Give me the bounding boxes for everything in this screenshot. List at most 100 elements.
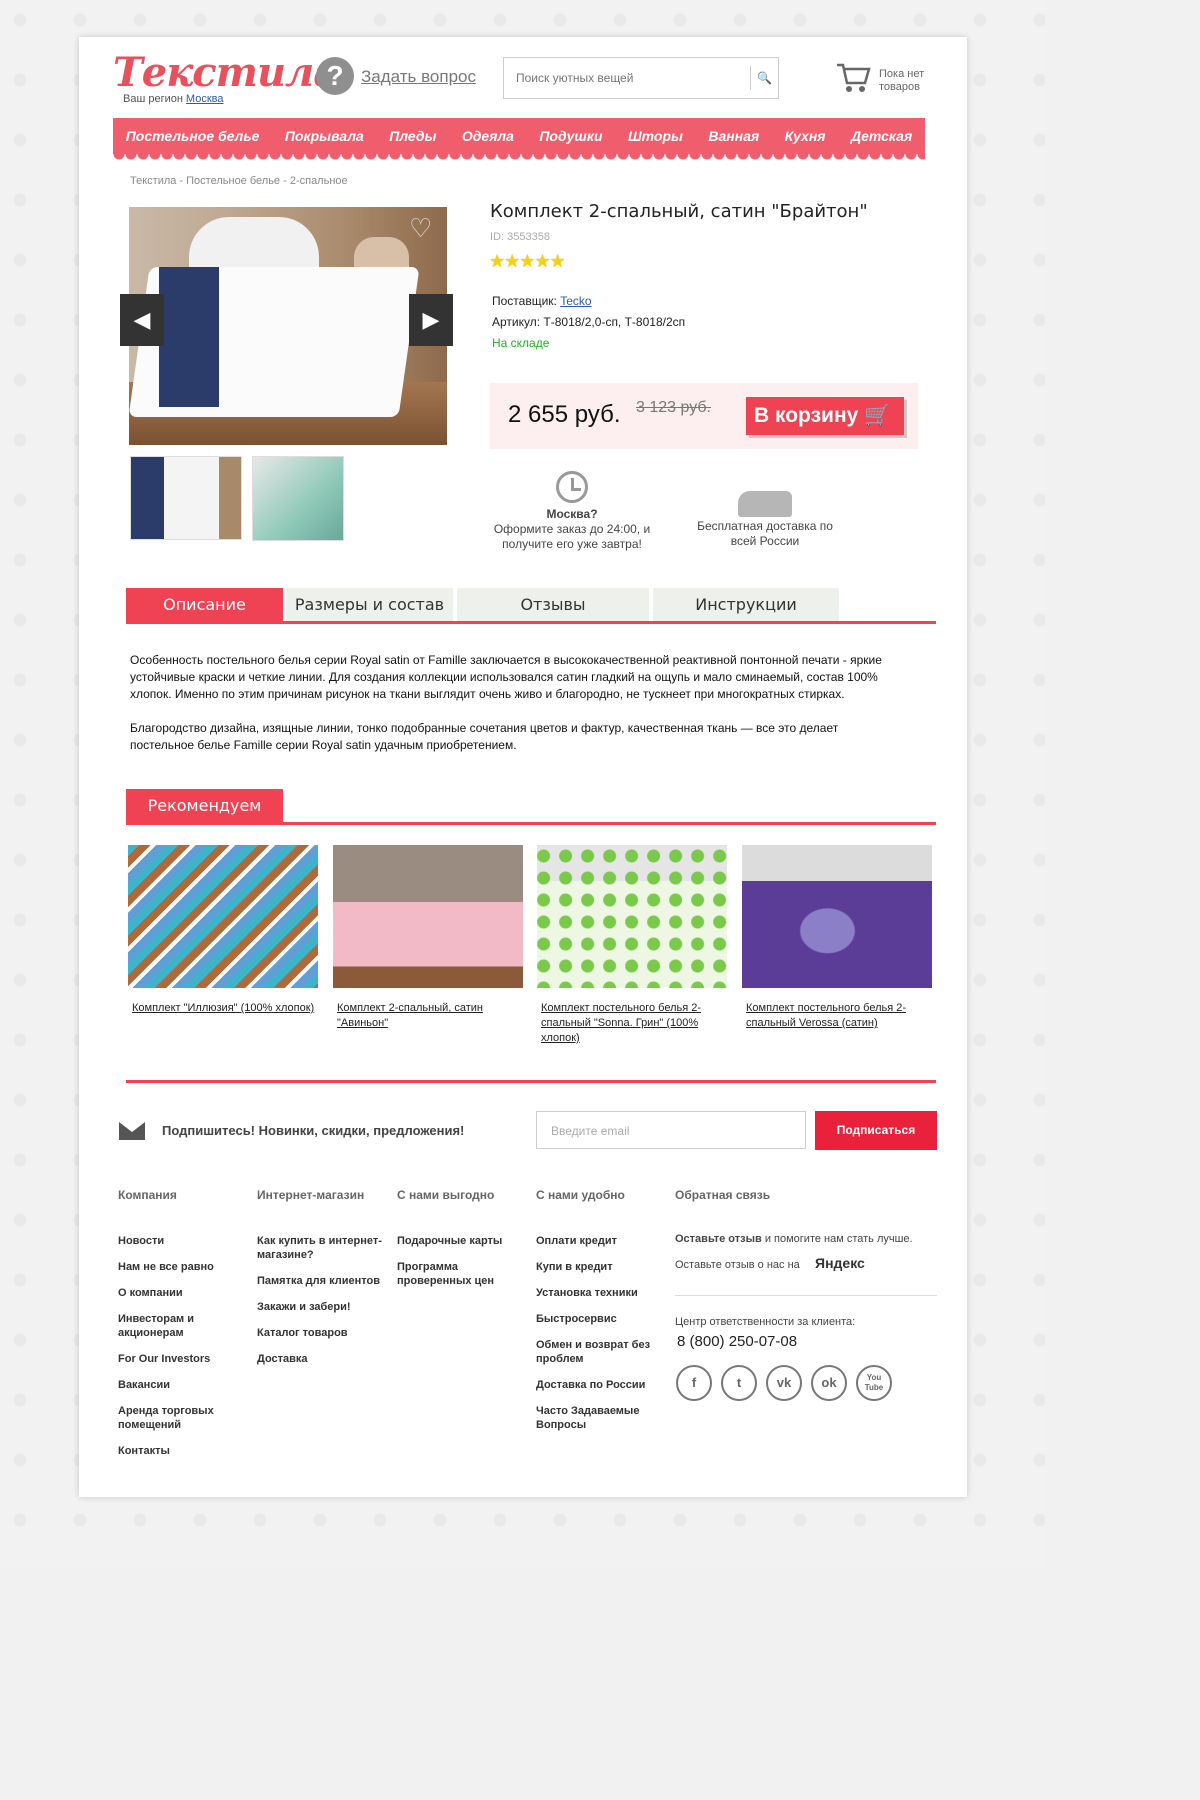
recommended-product-link[interactable]: Комплект 2-спальный, сатин "Авиньон"	[333, 1001, 523, 1031]
footer-link[interactable]: Контакты	[118, 1444, 238, 1458]
recommended-product[interactable]: Комплект постельного белья 2-спальный Ve…	[742, 845, 932, 1031]
tab-instructions[interactable]: Инструкции	[653, 588, 839, 621]
footer-link[interactable]: Аренда торговых помещений	[118, 1404, 238, 1432]
region-link[interactable]: Москва	[186, 93, 224, 105]
tab-sizes[interactable]: Размеры и состав	[286, 588, 453, 621]
recommended-product-image[interactable]	[128, 845, 318, 988]
footer-column-shop: Интернет-магазин Как купить в интернет-м…	[257, 1188, 385, 1378]
footer-link[interactable]: Быстросервис	[536, 1312, 654, 1326]
product-thumbnail[interactable]	[130, 456, 242, 540]
recommended-product-link[interactable]: Комплект постельного белья 2-спальный "S…	[537, 1001, 727, 1046]
ask-question-link[interactable]: Задать вопрос	[361, 67, 476, 87]
product-id: ID: 3553358	[490, 231, 550, 243]
search-input[interactable]	[504, 58, 774, 98]
footer-link[interactable]: Программа проверенных цен	[397, 1260, 507, 1288]
nav-scallop-edge	[113, 154, 925, 160]
add-to-cart-button[interactable]: В корзину 🛒	[746, 397, 904, 435]
footer-link[interactable]: Каталог товаров	[257, 1326, 385, 1340]
nav-item-plaids[interactable]: Пледы	[389, 128, 436, 144]
next-arrow-icon[interactable]: ▶	[409, 294, 453, 346]
footer-link[interactable]: О компании	[118, 1286, 238, 1300]
nav-item-kitchen[interactable]: Кухня	[785, 128, 826, 144]
main-navigation: Постельное белье Покрывала Пледы Одеяла …	[113, 118, 925, 154]
add-to-cart-label: В корзину	[754, 404, 859, 427]
footer-link[interactable]: Нам не все равно	[118, 1260, 238, 1274]
yandex-logo[interactable]: Яндекс	[815, 1255, 865, 1271]
footer-link[interactable]: Обмен и возврат без проблем	[536, 1338, 654, 1366]
footer-separator	[675, 1295, 937, 1296]
footer-link[interactable]: Доставка по России	[536, 1378, 654, 1392]
search-box: 🔍	[503, 57, 779, 99]
footer-heading: С нами выгодно	[397, 1188, 495, 1202]
product-thumbnail[interactable]	[252, 456, 344, 541]
footer-heading: С нами удобно	[536, 1188, 625, 1202]
footer-link[interactable]: For Our Investors	[118, 1352, 238, 1366]
footer-heading: Интернет-магазин	[257, 1188, 365, 1202]
region-selector: Ваш регион Москва	[123, 93, 223, 105]
search-icon[interactable]: 🔍	[750, 66, 778, 90]
recommended-product-image[interactable]	[742, 845, 932, 988]
nav-item-kids[interactable]: Детская	[851, 128, 912, 144]
favorite-heart-icon[interactable]: ♡	[409, 213, 432, 244]
twitter-icon[interactable]: t	[721, 1365, 757, 1401]
subscribe-button[interactable]: Подписаться	[815, 1111, 937, 1150]
nav-item-bath[interactable]: Ванная	[708, 128, 759, 144]
nav-item-bedding[interactable]: Постельное белье	[126, 128, 260, 144]
footer-link[interactable]: Новости	[118, 1234, 238, 1248]
tab-description[interactable]: Описание	[126, 588, 283, 621]
footer-link[interactable]: Доставка	[257, 1352, 385, 1366]
footer-column-company: Компания Новости Нам не все равно О комп…	[118, 1188, 238, 1470]
recommend-heading: Рекомендуем	[126, 789, 283, 822]
footer-link[interactable]: Закажи и забери!	[257, 1300, 385, 1314]
leave-feedback-link[interactable]: Оставьте отзыв	[675, 1233, 762, 1245]
footer-link[interactable]: Инвесторам и акционерам	[118, 1312, 238, 1340]
footer-link[interactable]: Установка техники	[536, 1286, 654, 1300]
page-container: Текстила Ваш регион Москва ? Задать вопро…	[79, 37, 967, 1497]
breadcrumb[interactable]: Текстила - Постельное белье - 2-спальное	[130, 175, 348, 187]
nav-item-blankets[interactable]: Одеяла	[462, 128, 514, 144]
footer-link[interactable]: Как купить в интернет-магазине?	[257, 1234, 385, 1262]
nav-item-curtains[interactable]: Шторы	[628, 128, 683, 144]
question-icon[interactable]: ?	[316, 57, 354, 95]
site-logo[interactable]: Текстила	[113, 49, 339, 96]
vk-icon[interactable]: vk	[766, 1365, 802, 1401]
footer-column-feedback: Обратная связь	[675, 1188, 770, 1234]
recommended-product-image[interactable]	[333, 845, 523, 988]
prev-arrow-icon[interactable]: ◀	[120, 294, 164, 346]
recommended-product[interactable]: Комплект постельного белья 2-спальный "S…	[537, 845, 727, 1046]
product-title: Комплект 2-спальный, сатин "Брайтон"	[490, 201, 868, 222]
email-field[interactable]: Введите email	[536, 1111, 806, 1149]
recommended-product-image[interactable]	[537, 845, 727, 988]
rating-stars[interactable]: ★★★★★	[489, 251, 566, 272]
recommended-product-link[interactable]: Комплект "Иллюзия" (100% хлопок)	[128, 1001, 318, 1016]
youtube-icon[interactable]: You Tube	[856, 1365, 892, 1401]
delivery-van-icon	[738, 491, 792, 517]
recommended-product-link[interactable]: Комплект постельного белья 2-спальный Ve…	[742, 1001, 932, 1031]
cart-icon: 🛒	[864, 404, 891, 427]
footer-link[interactable]: Вакансии	[118, 1378, 238, 1392]
cart-status[interactable]: Пока нет товаров	[879, 68, 939, 94]
description-paragraph: Особенность постельного белья серии Roya…	[130, 653, 882, 701]
tab-reviews[interactable]: Отзывы	[457, 588, 649, 621]
footer-link[interactable]: Памятка для клиентов	[257, 1274, 385, 1288]
moscow-delivery-text: Оформите заказ до 24:00, и получите его …	[493, 522, 651, 551]
footer-link[interactable]: Оплати кредит	[536, 1234, 654, 1248]
nav-item-pillows[interactable]: Подушки	[539, 128, 602, 144]
recommended-product[interactable]: Комплект "Иллюзия" (100% хлопок)	[128, 845, 318, 1016]
article-number: Артикул: Т-8018/2,0-сп, Т-8018/2сп	[492, 315, 686, 329]
footer-link[interactable]: Подарочные карты	[397, 1234, 507, 1248]
odnoklassniki-icon[interactable]: ok	[811, 1365, 847, 1401]
phone-number[interactable]: 8 (800) 250-07-08	[677, 1333, 797, 1350]
cart-icon[interactable]	[835, 59, 871, 95]
subscribe-text: Подпишитесь! Новинки, скидки, предложени…	[162, 1123, 465, 1138]
facebook-icon[interactable]: f	[676, 1365, 712, 1401]
footer-link[interactable]: Купи в кредит	[536, 1260, 654, 1274]
product-main-image[interactable]	[129, 207, 447, 445]
recommended-product[interactable]: Комплект 2-спальный, сатин "Авиньон"	[333, 845, 523, 1031]
footer-link[interactable]: Часто Задаваемые Вопросы	[536, 1404, 654, 1432]
nav-item-bedspreads[interactable]: Покрывала	[285, 128, 364, 144]
feedback-yandex-text: Оставьте отзыв о нас на	[675, 1259, 800, 1271]
section-divider	[126, 1080, 936, 1083]
free-delivery-text: Бесплатная доставка по всей России	[697, 519, 833, 548]
supplier-link[interactable]: Tecko	[560, 294, 591, 308]
